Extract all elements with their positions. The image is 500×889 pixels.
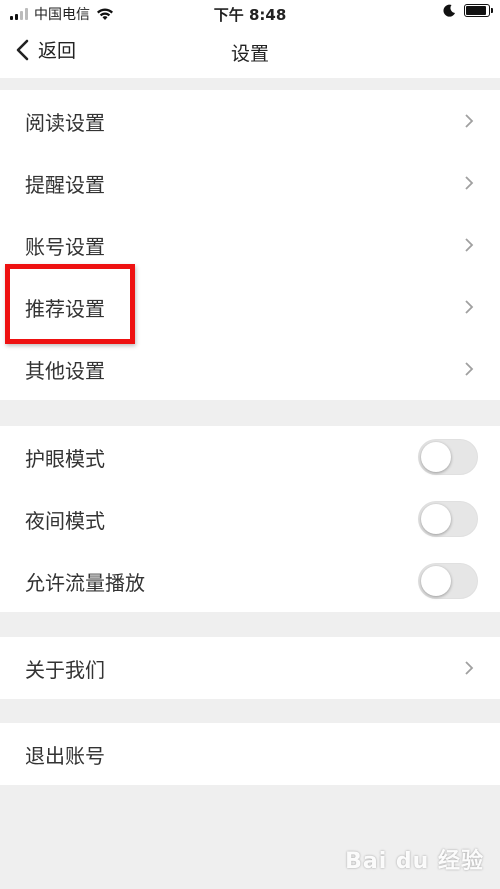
chevron-right-icon <box>465 661 474 675</box>
settings-item-label: 账号设置 <box>25 234 105 259</box>
battery-icon <box>464 4 493 17</box>
navigation-bar: 返回 设置 <box>0 26 500 78</box>
settings-item-reminder[interactable]: 提醒设置 <box>0 152 500 214</box>
settings-item-label: 提醒设置 <box>25 172 105 197</box>
eye-care-toggle[interactable] <box>418 439 478 475</box>
settings-item-night-mode: 夜间模式 <box>0 488 500 550</box>
chevron-right-icon <box>465 114 474 128</box>
settings-group-2: 护眼模式 夜间模式 允许流量播放 <box>0 426 500 612</box>
status-bar: 中国电信 下午 8:48 <box>0 0 500 26</box>
cellular-play-toggle[interactable] <box>418 563 478 599</box>
toggle-knob <box>421 566 451 596</box>
moon-icon <box>443 4 455 17</box>
settings-item-cellular-play: 允许流量播放 <box>0 550 500 612</box>
page-title: 设置 <box>230 43 269 65</box>
settings-item-label: 阅读设置 <box>25 110 105 135</box>
settings-group-1: 阅读设置 提醒设置 账号设置 推荐设置 其他设置 <box>0 90 500 400</box>
night-mode-toggle[interactable] <box>418 501 478 537</box>
chevron-right-icon <box>465 362 474 376</box>
settings-item-about[interactable]: 关于我们 <box>0 637 500 699</box>
status-right <box>443 4 493 17</box>
status-time: 下午 8:48 <box>213 6 287 24</box>
watermark: Bai du 经验 <box>345 849 484 874</box>
logout-button[interactable]: 退出账号 <box>0 723 500 785</box>
toggle-knob <box>421 442 451 472</box>
settings-item-label: 夜间模式 <box>25 508 105 533</box>
toggle-knob <box>421 504 451 534</box>
settings-item-reading[interactable]: 阅读设置 <box>0 90 500 152</box>
settings-item-eye-care: 护眼模式 <box>0 426 500 488</box>
settings-group-4: 退出账号 <box>0 723 500 785</box>
chevron-right-icon <box>465 176 474 190</box>
settings-item-label: 关于我们 <box>25 657 105 682</box>
chevron-right-icon <box>465 238 474 252</box>
settings-group-3: 关于我们 <box>0 637 500 699</box>
logout-label: 退出账号 <box>25 743 105 768</box>
chevron-right-icon <box>465 300 474 314</box>
settings-item-label: 其他设置 <box>25 358 105 383</box>
highlight-box <box>5 264 135 344</box>
settings-item-other[interactable]: 其他设置 <box>0 338 500 400</box>
settings-item-label: 护眼模式 <box>25 446 105 471</box>
settings-item-label: 允许流量播放 <box>25 570 145 595</box>
